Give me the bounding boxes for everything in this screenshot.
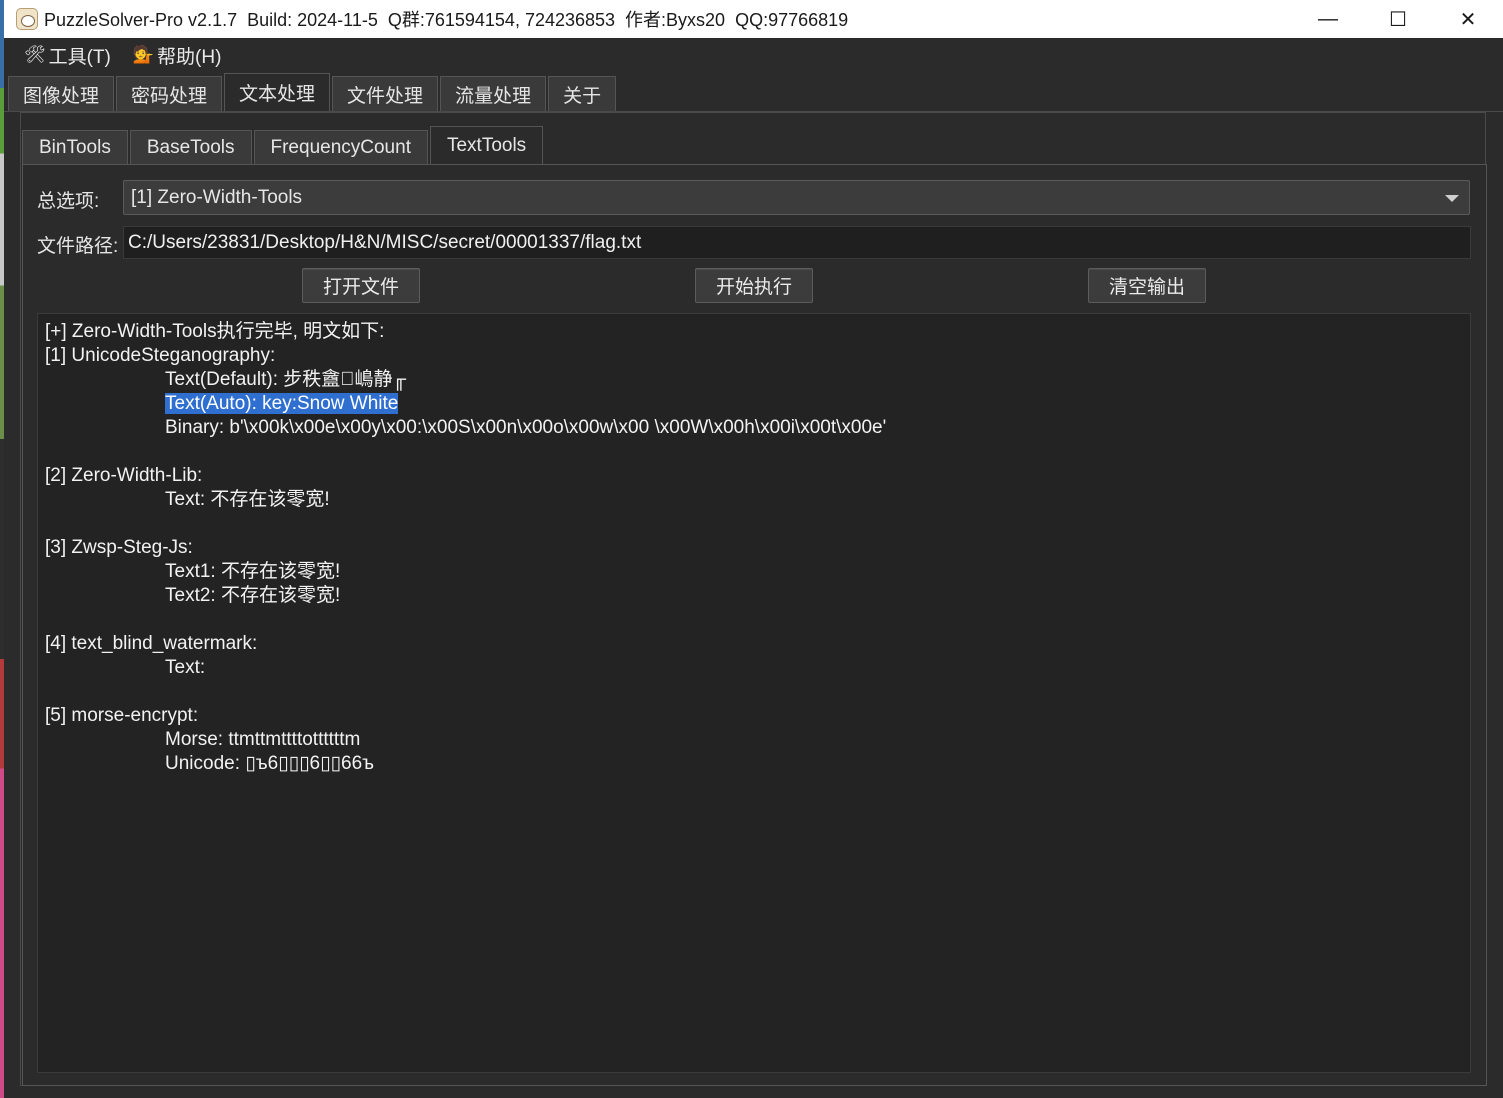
output-line: Text1: 不存在该零宽! (45, 560, 1463, 584)
window-controls: — ☐ ✕ (1293, 0, 1503, 38)
tools-icon: 🛠 (24, 45, 46, 64)
output-line: [5] morse-encrypt: (45, 704, 1463, 728)
output-line: Text: (45, 656, 1463, 680)
output-line: [+] Zero-Width-Tools执行完毕, 明文如下: (45, 320, 1463, 344)
output-line: [2] Zero-Width-Lib: (45, 464, 1463, 488)
tab-texttools[interactable]: TextTools (429, 126, 544, 164)
clear-output-button[interactable]: 清空输出 (1088, 268, 1206, 303)
title-bar[interactable]: PuzzleSolver-Pro v2.1.7 Build: 2024-11-5… (4, 0, 1503, 38)
output-line-text: [4] text_blind_watermark: (45, 633, 258, 654)
sub-tab-bar: BinTools BaseTools FrequencyCount TextTo… (22, 126, 545, 164)
tab-basetools[interactable]: BaseTools (129, 130, 252, 164)
tab-image[interactable]: 图像处理 (8, 76, 115, 111)
output-line-text: Text1: 不存在该零宽! (165, 561, 341, 582)
open-file-button[interactable]: 打开文件 (302, 268, 420, 303)
output-line-text: Binary: b'\x00k\x00e\x00y\x00:\x00S\x00n… (165, 417, 887, 438)
tab-about[interactable]: 关于 (548, 76, 617, 111)
output-line: Morse: ttmttmttttottttttm (45, 728, 1463, 752)
chevron-down-icon (1445, 195, 1459, 202)
path-label: 文件路径: (37, 236, 119, 257)
output-line: Text(Auto): key:Snow White (45, 392, 1463, 416)
output-line: [4] text_blind_watermark: (45, 632, 1463, 656)
output-line-text: [5] morse-encrypt: (45, 705, 199, 726)
option-select[interactable]: [1] Zero-Width-Tools (123, 180, 1470, 215)
menu-tools-label: 工具(T) (48, 46, 111, 68)
output-line-text: Text2: 不存在该零宽! (165, 585, 341, 606)
output-line: Unicode: ▯ъ6▯▯▯6▯▯66ъ (45, 752, 1463, 776)
output-line-text: [2] Zero-Width-Lib: (45, 465, 203, 486)
tab-crypto[interactable]: 密码处理 (116, 76, 223, 111)
output-line-text: [1] UnicodeSteganography: (45, 345, 276, 366)
option-select-value: [1] Zero-Width-Tools (131, 186, 303, 208)
minimize-button[interactable]: — (1293, 0, 1363, 38)
output-line-text: Text(Default): 步秩盦 嶋静╓ (165, 369, 406, 390)
menu-help[interactable]: 💁 帮助(H) (127, 40, 228, 71)
output-line: Binary: b'\x00k\x00e\x00y\x00:\x00S\x00n… (45, 416, 1463, 440)
output-line: [3] Zwsp-Steg-Js: (45, 536, 1463, 560)
tab-text[interactable]: 文本处理 (224, 73, 331, 111)
output-line-text: [+] Zero-Width-Tools执行完毕, 明文如下: (45, 321, 385, 342)
app-icon (16, 8, 38, 30)
menu-bar: 🛠 工具(T) 💁 帮助(H) (4, 38, 1503, 72)
output-line-text: Morse: ttmttmttttottttttm (165, 729, 361, 750)
run-button[interactable]: 开始执行 (695, 268, 813, 303)
window-title: PuzzleSolver-Pro v2.1.7 Build: 2024-11-5… (44, 10, 849, 30)
output-line-text: [3] Zwsp-Steg-Js: (45, 537, 193, 558)
option-label: 总选项: (37, 191, 100, 212)
tab-frequencycount[interactable]: FrequencyCount (253, 130, 428, 164)
main-tab-bar: 图像处理 密码处理 文本处理 文件处理 流量处理 关于 (4, 73, 1503, 112)
output-line: Text(Default): 步秩盦 嶋静╓ (45, 368, 1463, 392)
output-line: Text: 不存在该零宽! (45, 488, 1463, 512)
output-line: [1] UnicodeSteganography: (45, 344, 1463, 368)
output-line-text-selected: Text(Auto): key:Snow White (165, 393, 399, 414)
output-textarea[interactable]: [+] Zero-Width-Tools执行完毕, 明文如下: [1] Unico… (37, 313, 1471, 1073)
output-line: Text2: 不存在该零宽! (45, 584, 1463, 608)
tab-bintools[interactable]: BinTools (22, 130, 128, 164)
maximize-button[interactable]: ☐ (1363, 0, 1433, 38)
tab-file[interactable]: 文件处理 (332, 76, 439, 111)
output-line-text: Unicode: ▯ъ6▯▯▯6▯▯66ъ (165, 753, 375, 774)
tab-traffic[interactable]: 流量处理 (440, 76, 547, 111)
output-line-text: Text: (165, 657, 206, 678)
menu-tools[interactable]: 🛠 工具(T) (18, 40, 117, 71)
desktop-edge (0, 0, 4, 1098)
close-button[interactable]: ✕ (1433, 0, 1503, 38)
menu-help-label: 帮助(H) (157, 46, 222, 68)
help-person-icon: 💁 (132, 45, 155, 64)
output-line-text: Text: 不存在该零宽! (165, 489, 330, 510)
file-path-input[interactable]: C:/Users/23831/Desktop/H&N/MISC/secret/0… (123, 226, 1471, 259)
